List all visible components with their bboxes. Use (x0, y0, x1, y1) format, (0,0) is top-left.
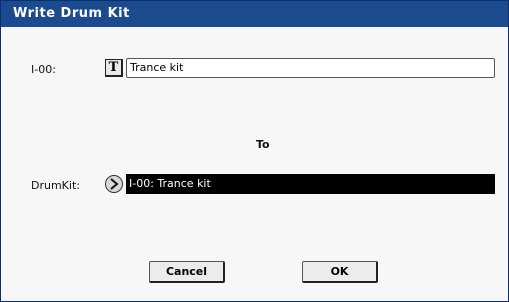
kit-name-field[interactable]: Trance kit (126, 58, 495, 78)
cancel-button[interactable]: Cancel (149, 261, 225, 283)
source-slot-label: I-00: (31, 63, 56, 76)
to-label: To (256, 138, 270, 151)
write-drum-kit-dialog: Write Drum Kit I-00: T Trance kit To Dru… (0, 0, 509, 302)
drumkit-select[interactable]: I-00: Trance kit (126, 174, 495, 194)
text-edit-button[interactable]: T (105, 59, 123, 77)
popup-arrow-icon[interactable] (105, 175, 123, 193)
drumkit-label: DrumKit: (31, 179, 80, 192)
dialog-title: Write Drum Kit (1, 1, 508, 27)
ok-button[interactable]: OK (302, 261, 378, 283)
